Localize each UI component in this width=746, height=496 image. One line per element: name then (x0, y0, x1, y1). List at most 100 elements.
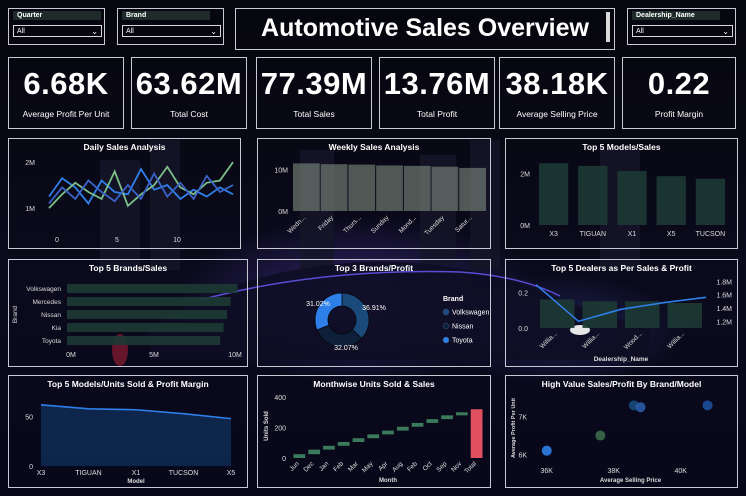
y-tick-label-right: 1.6M (716, 293, 732, 300)
x-tick-label: Feb (406, 460, 419, 473)
x-tick-label: Willia... (666, 330, 686, 350)
kpi-label: Total Profit (416, 109, 458, 119)
y-tick-label: 1M (25, 206, 35, 213)
kpi-value: 0.22 (647, 66, 711, 101)
x-tick-label: X1 (132, 470, 141, 477)
legend-label: Toyota (452, 338, 473, 345)
bar (431, 166, 459, 211)
bar (323, 445, 335, 450)
legend-label: Volkswagen (452, 310, 489, 317)
y-tick-label: Nissan (41, 312, 61, 319)
y-tick-label: Kia (52, 325, 62, 332)
y-tick-label: 400 (274, 395, 286, 402)
x-tick-label: Sep (435, 460, 448, 473)
x-tick-label: X3 (37, 470, 46, 477)
y-tick-label: 0 (29, 464, 33, 471)
x-tick-label: 0M (66, 352, 76, 359)
bar (293, 454, 306, 458)
bar (367, 434, 380, 439)
x-tick-label: TIGUAN (75, 470, 101, 477)
x-tick-label: Feb (332, 460, 345, 473)
high-value-scatter[interactable]: 7K 6K 36K 38K 40K Average Selling Price Averag… (506, 376, 737, 487)
x-tick-label: Willia... (581, 330, 601, 350)
legend-title: Brand (443, 296, 463, 303)
bar (67, 310, 228, 319)
y-tick-label: Mercedes (32, 299, 61, 306)
top-models-chart[interactable]: 2M 0M X3 TIGUAN X1 X5 TUCSON (506, 139, 737, 248)
x-axis-label: Average Selling Price (600, 478, 662, 484)
data-label: 36.91% (362, 305, 386, 312)
top-dealers-chart[interactable]: 0.2 0.0 1.8M 1.6M 1.4M 1.2M Willia... Willia...… (506, 260, 737, 366)
x-tick-label: X5 (227, 470, 236, 477)
x-tick-label: X1 (628, 231, 637, 238)
bar (617, 171, 647, 225)
x-tick-label: Satur... (454, 214, 474, 234)
bar (426, 419, 439, 423)
bar (320, 164, 348, 211)
kpi-card-total-cost: 63.62M Total Cost (131, 57, 247, 129)
x-tick-label: 40K (675, 468, 688, 475)
kpi-card-total-sales: 77.39M Total Sales (256, 57, 372, 129)
x-tick-label: Friday (317, 214, 335, 232)
bar (67, 323, 224, 332)
x-tick-label: Apr (377, 460, 390, 473)
x-tick-label: Wedn... (287, 214, 308, 235)
kpi-value: 38.18K (505, 66, 609, 101)
title-panel: Automotive Sales Overview (235, 8, 615, 50)
brands-profit-donut[interactable]: 36.91%32.07%31.02%BrandVolkswagenNissanT… (258, 260, 490, 366)
donut-slice (341, 292, 370, 339)
daily-sales-chart[interactable]: 2M 1M 0 5 10 (9, 139, 240, 248)
y-tick-label-right: 1.2M (716, 319, 732, 326)
top-brands-profit-panel: Top 3 Brands/Profit 36.91% 32.07% 31.02% Br… (257, 259, 491, 367)
bar (67, 297, 231, 306)
top-dealers-panel: Top 5 Dealers as Per Sales & Profit 0.2 0… (505, 259, 738, 367)
y-axis-label: Average Profit Per Unit (511, 398, 517, 458)
donut-slice (314, 292, 343, 331)
legend-swatch (442, 308, 450, 316)
x-tick-label: 36K (541, 468, 554, 475)
x-tick-label: Jun (288, 460, 301, 473)
x-tick-label: Tuesday (423, 214, 446, 237)
x-tick-label: Aug (391, 460, 404, 473)
scatter-point (541, 445, 552, 456)
top-brands-chart[interactable]: Brand Volkswagen Mercedes Nissan Kia Toyota 0M… (9, 260, 247, 366)
models-units-panel: Top 5 Models/Units Sold & Profit Margin … (8, 375, 248, 488)
brand-dropdown[interactable]: All ⌄ (122, 25, 221, 37)
y-tick-label-right: 1.4M (716, 306, 732, 313)
x-tick-label: Wood... (623, 330, 644, 351)
area-fill (41, 404, 231, 466)
kpi-card-avg-price: 38.18K Average Selling Price (499, 57, 615, 129)
bar (337, 442, 350, 446)
y-tick-label: 7K (518, 415, 527, 422)
x-tick-label: TUCSON (696, 231, 726, 238)
y-tick-label: 10M (274, 168, 288, 175)
bar (695, 178, 725, 225)
scrollbar[interactable] (606, 12, 610, 42)
slicer-quarter: Quarter All ⌄ (8, 8, 105, 45)
monthwise-chart[interactable]: 4002000Units SoldJun Dec Jan Feb Mar May Apr Au… (258, 376, 490, 487)
y-tick-label: 0M (520, 223, 530, 230)
legend-swatch (442, 336, 450, 344)
x-tick-label: X5 (667, 231, 676, 238)
kpi-card-profit-margin: 0.22 Profit Margin (622, 57, 736, 129)
x-tick-label: 0 (55, 237, 59, 244)
models-units-chart[interactable]: 50 0 X3 TIGUAN X1 TUCSON X5 Model (9, 376, 247, 487)
bar (539, 163, 569, 225)
quarter-dropdown[interactable]: All ⌄ (13, 25, 102, 37)
kpi-value: 63.62M (135, 66, 243, 101)
kpi-label: Profit Margin (654, 109, 704, 119)
x-tick-label: May (361, 460, 375, 474)
bar (396, 426, 409, 431)
x-axis-label: Dealership_Name (594, 356, 649, 363)
y-tick-label: 200 (274, 426, 286, 433)
weekly-sales-chart[interactable]: 10M 0MWedn... Friday Thurs... Sunday Mond... T… (258, 139, 490, 248)
bar (376, 165, 403, 211)
dealership-dropdown[interactable]: All ⌄ (632, 25, 733, 37)
y-axis-label: Brand (12, 305, 19, 323)
y-tick-label: 50 (25, 415, 33, 422)
bar (455, 412, 468, 416)
scatter-point (595, 430, 606, 441)
weekly-sales-panel: Weekly Sales Analysis 10M 0M Wedn... Friday… (257, 138, 491, 249)
legend-swatch (442, 322, 450, 330)
x-tick-label: TUCSON (169, 470, 199, 477)
